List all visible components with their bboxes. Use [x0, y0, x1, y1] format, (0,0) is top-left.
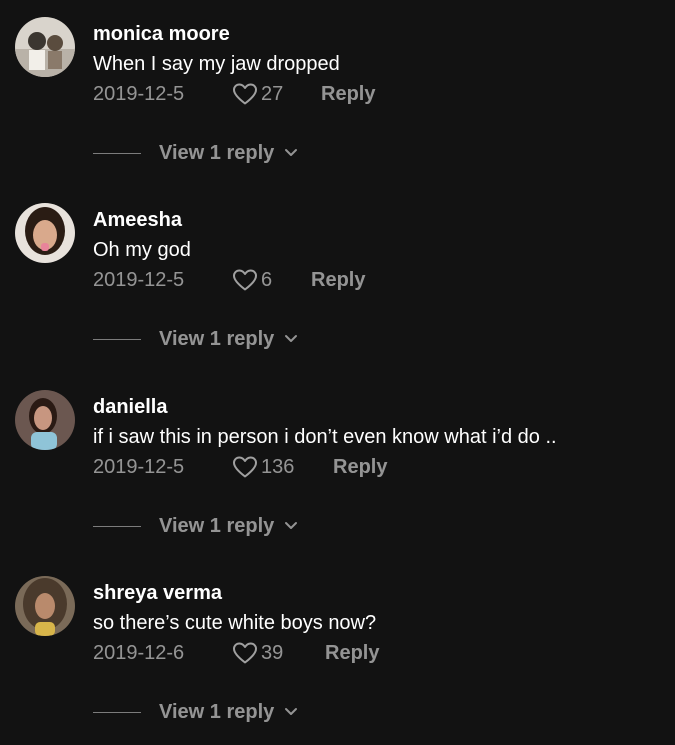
view-replies-label: View 1 reply [159, 514, 275, 537]
divider-line [93, 711, 141, 713]
comment-meta: 2019-12-5 6 Reply [93, 266, 365, 294]
comment-username[interactable]: monica moore [93, 22, 230, 46]
comment-date: 2019-12-5 [93, 456, 185, 478]
like-count: 27 [261, 83, 284, 105]
comment-item: daniella if i saw this in person i don’t… [0, 373, 675, 559]
heart-outline-icon [233, 83, 257, 105]
reply-button[interactable]: Reply [311, 268, 365, 292]
heart-outline-icon [233, 642, 257, 664]
chevron-down-icon [285, 522, 298, 529]
comment-date: 2019-12-5 [93, 269, 185, 291]
like-count: 39 [261, 642, 284, 664]
comment-text: so there’s cute white boys now? [93, 612, 377, 634]
divider-line [93, 338, 141, 340]
view-replies-label: View 1 reply [159, 141, 275, 164]
like-button[interactable]: 27 [232, 82, 321, 106]
heart-outline-icon [233, 456, 257, 478]
comment-text: if i saw this in person i don’t even kno… [93, 426, 557, 448]
reply-button[interactable]: Reply [333, 455, 387, 479]
comment-meta: 2019-12-5 136 Reply [93, 453, 387, 481]
avatar[interactable] [15, 17, 75, 77]
divider-line [93, 152, 141, 154]
comment-item: shreya verma so there’s cute white boys … [0, 559, 675, 745]
view-replies-button[interactable]: View 1 reply [93, 698, 298, 726]
view-replies-label: View 1 reply [159, 327, 275, 350]
comment-username[interactable]: daniella [93, 395, 167, 419]
view-replies-button[interactable]: View 1 reply [93, 512, 298, 540]
comment-text: When I say my jaw dropped [93, 53, 340, 75]
like-count: 136 [261, 456, 295, 478]
comment-text: Oh my god [93, 239, 191, 261]
view-replies-label: View 1 reply [159, 700, 275, 723]
comment-date: 2019-12-5 [93, 83, 185, 105]
comment-item: Ameesha Oh my god 2019-12-5 6 Reply View… [0, 186, 675, 372]
comment-item: monica moore When I say my jaw dropped 2… [0, 0, 675, 186]
avatar[interactable] [15, 390, 75, 450]
like-button[interactable]: 6 [232, 268, 311, 292]
view-replies-button[interactable]: View 1 reply [93, 139, 298, 167]
divider-line [93, 525, 141, 527]
chevron-down-icon [285, 149, 298, 156]
comment-date: 2019-12-6 [93, 642, 185, 664]
chevron-down-icon [285, 708, 298, 715]
comment-username[interactable]: shreya verma [93, 581, 222, 605]
comment-username[interactable]: Ameesha [93, 208, 182, 232]
view-replies-button[interactable]: View 1 reply [93, 325, 298, 353]
comment-meta: 2019-12-5 27 Reply [93, 80, 375, 108]
reply-button[interactable]: Reply [325, 641, 379, 665]
avatar[interactable] [15, 576, 75, 636]
like-button[interactable]: 39 [232, 641, 325, 665]
comment-meta: 2019-12-6 39 Reply [93, 639, 379, 667]
chevron-down-icon [285, 335, 298, 342]
avatar[interactable] [15, 203, 75, 263]
like-button[interactable]: 136 [232, 455, 333, 479]
reply-button[interactable]: Reply [321, 82, 375, 106]
heart-outline-icon [233, 269, 257, 291]
like-count: 6 [261, 269, 273, 291]
